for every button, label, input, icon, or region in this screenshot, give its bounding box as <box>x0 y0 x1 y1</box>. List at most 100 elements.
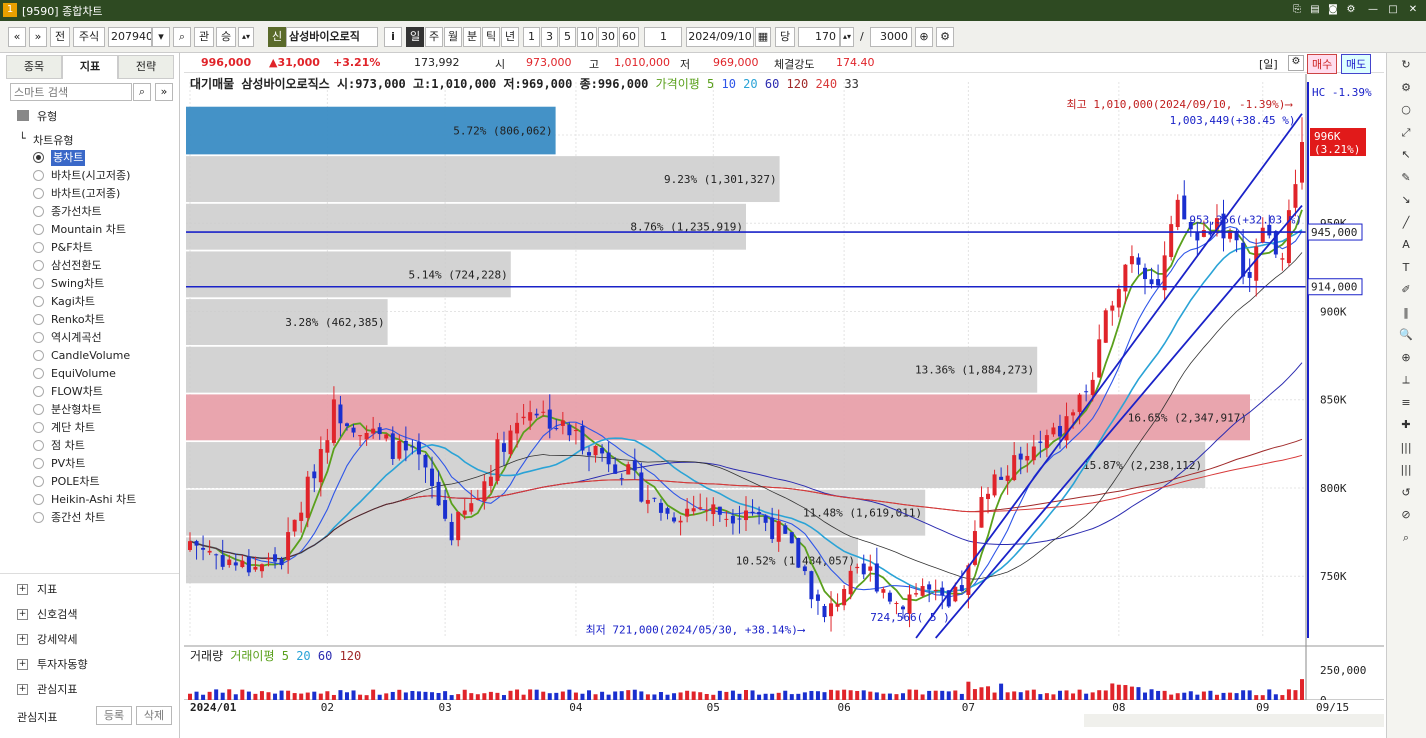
chart-type-radio[interactable] <box>33 368 44 379</box>
refresh-icon[interactable]: ↻ <box>1395 56 1417 74</box>
chart-type-radio[interactable] <box>33 278 44 289</box>
pen-icon[interactable]: ✎ <box>1395 169 1417 187</box>
capture-icon[interactable]: ◙ <box>1326 3 1340 17</box>
search-icon[interactable]: ⌕ <box>173 27 191 47</box>
circle-icon[interactable]: ○ <box>1395 101 1417 119</box>
chart-type-radio[interactable] <box>33 296 44 307</box>
expand-icon[interactable]: + <box>17 659 28 670</box>
chart-type-item[interactable]: EquiVolume <box>51 366 116 382</box>
num-5[interactable]: 5 <box>559 27 576 47</box>
chart-type-item[interactable]: 점 차트 <box>51 438 85 454</box>
tab-indicator[interactable]: 지표 <box>62 55 118 79</box>
brush-icon[interactable]: ✐ <box>1395 281 1417 299</box>
chart-type-radio[interactable] <box>33 350 44 361</box>
jeon-button[interactable]: 전 <box>50 27 70 47</box>
date-input[interactable]: 2024/09/10 <box>686 27 754 47</box>
chart-type-item[interactable]: 역시계곡선 <box>51 330 102 346</box>
chart-type-item[interactable]: 바차트(시고저종) <box>51 168 130 184</box>
chart-type-item[interactable]: 바차트(고저종) <box>51 186 120 202</box>
chart-type-radio[interactable] <box>33 152 44 163</box>
market-select[interactable]: 주식 <box>73 27 105 47</box>
search-icon[interactable]: ⌕ <box>133 83 151 101</box>
chart-type-radio[interactable] <box>33 386 44 397</box>
tab-stock[interactable]: 종목 <box>6 55 62 79</box>
chart-type-item[interactable]: 분산형차트 <box>51 402 102 418</box>
section-item[interactable]: + 신호검색 <box>17 607 77 623</box>
text-icon[interactable]: T <box>1395 259 1417 277</box>
chart-type-radio[interactable] <box>33 512 44 523</box>
prev-button[interactable]: « <box>8 27 26 47</box>
expand-icon[interactable]: + <box>17 609 28 620</box>
chart-type-radio[interactable] <box>33 440 44 451</box>
chart-type-item[interactable]: Kagi차트 <box>51 294 95 310</box>
config-icon[interactable]: ⚙ <box>936 27 954 47</box>
period-year[interactable]: 년 <box>501 27 519 47</box>
close-icon[interactable]: ✕ <box>1406 3 1420 17</box>
dang-button[interactable]: 당 <box>775 27 795 47</box>
chart-type-radio[interactable] <box>33 224 44 235</box>
count-input[interactable]: 170 <box>798 27 840 47</box>
info-button[interactable]: i <box>384 27 402 47</box>
code-input[interactable]: 207940 <box>108 27 152 47</box>
num-60[interactable]: 60 <box>619 27 639 47</box>
zoom-icon[interactable]: ⊕ <box>1395 349 1417 367</box>
chart-type-radio[interactable] <box>33 476 44 487</box>
chart-settings-icon[interactable]: ⚙ <box>1288 55 1304 71</box>
fib-icon[interactable]: ≡ <box>1395 394 1417 412</box>
chart-type-item[interactable]: Mountain 차트 <box>51 222 126 238</box>
section-item[interactable]: + 투자자동향 <box>17 657 88 673</box>
bars2-icon[interactable]: ||| <box>1395 461 1417 479</box>
section-item[interactable]: + 지표 <box>17 582 57 598</box>
total-input[interactable]: 3000 <box>870 27 912 47</box>
print-icon[interactable]: ▤ <box>1308 3 1322 17</box>
chart-type-radio[interactable] <box>33 422 44 433</box>
expand-icon[interactable]: + <box>17 584 28 595</box>
trend-icon[interactable]: ⤢ <box>1395 124 1417 142</box>
chart-type-item[interactable]: 봉차트 <box>51 150 86 166</box>
section-item[interactable]: + 강세약세 <box>17 632 77 648</box>
chart-type-item[interactable]: 종가선차트 <box>51 204 102 220</box>
chart-type-radio[interactable] <box>33 332 44 343</box>
count-spin-icon[interactable]: ▴▾ <box>840 27 854 47</box>
expand-icon[interactable]: + <box>17 634 28 645</box>
clear-icon[interactable]: ⊘ <box>1395 506 1417 524</box>
spin-icon[interactable]: ▴▾ <box>238 27 254 47</box>
find-icon[interactable]: ⌕ <box>1395 529 1417 547</box>
chart-type-item[interactable]: Heikin-Ashi 차트 <box>51 492 136 508</box>
chart-type-item[interactable]: 계단 차트 <box>51 420 95 436</box>
chart-type-radio[interactable] <box>33 260 44 271</box>
chart-type-item[interactable]: CandleVolume <box>51 348 130 364</box>
undo-icon[interactable]: ↺ <box>1395 484 1417 502</box>
line-icon[interactable]: ╱ <box>1395 214 1417 232</box>
link-icon[interactable]: ⎘ <box>1290 3 1304 17</box>
bars-icon[interactable]: ||| <box>1395 439 1417 457</box>
num-30[interactable]: 30 <box>598 27 618 47</box>
buy-button[interactable]: 매수 <box>1307 54 1338 74</box>
price-chart[interactable]: 5.72% (806,062)9.23% (1,301,327)8.76% (1… <box>184 74 1384 738</box>
zoom-in-icon[interactable]: ⊕ <box>915 27 933 47</box>
chart-type-radio[interactable] <box>33 188 44 199</box>
chart-type-item[interactable]: POLE차트 <box>51 474 100 490</box>
chart-type-item[interactable]: Renko차트 <box>51 312 105 328</box>
smart-search-input[interactable] <box>10 83 132 101</box>
collapse-icon[interactable]: » <box>155 83 173 101</box>
unit-input[interactable]: 1 <box>644 27 682 47</box>
register-button[interactable]: 등록 <box>96 706 132 725</box>
chart-type-item[interactable]: FLOW차트 <box>51 384 103 400</box>
expand-icon[interactable]: + <box>17 684 28 695</box>
num-3[interactable]: 3 <box>541 27 558 47</box>
chart-type-radio[interactable] <box>33 242 44 253</box>
period-minute[interactable]: 분 <box>463 27 481 47</box>
period-tick[interactable]: 틱 <box>482 27 500 47</box>
chart-type-radio[interactable] <box>33 170 44 181</box>
arrow-icon[interactable]: ↘ <box>1395 191 1417 209</box>
chart-type-item[interactable]: Swing차트 <box>51 276 104 292</box>
code-dropdown-icon[interactable]: ▾ <box>152 27 170 47</box>
settings-icon[interactable]: ⚙ <box>1344 3 1358 17</box>
calendar-icon[interactable]: ▦ <box>755 27 771 47</box>
maximize-icon[interactable]: □ <box>1386 3 1400 17</box>
chart-type-radio[interactable] <box>33 458 44 469</box>
ruler-icon[interactable]: ⟂ <box>1395 371 1417 389</box>
minimize-icon[interactable]: — <box>1366 3 1380 17</box>
period-month[interactable]: 월 <box>444 27 462 47</box>
